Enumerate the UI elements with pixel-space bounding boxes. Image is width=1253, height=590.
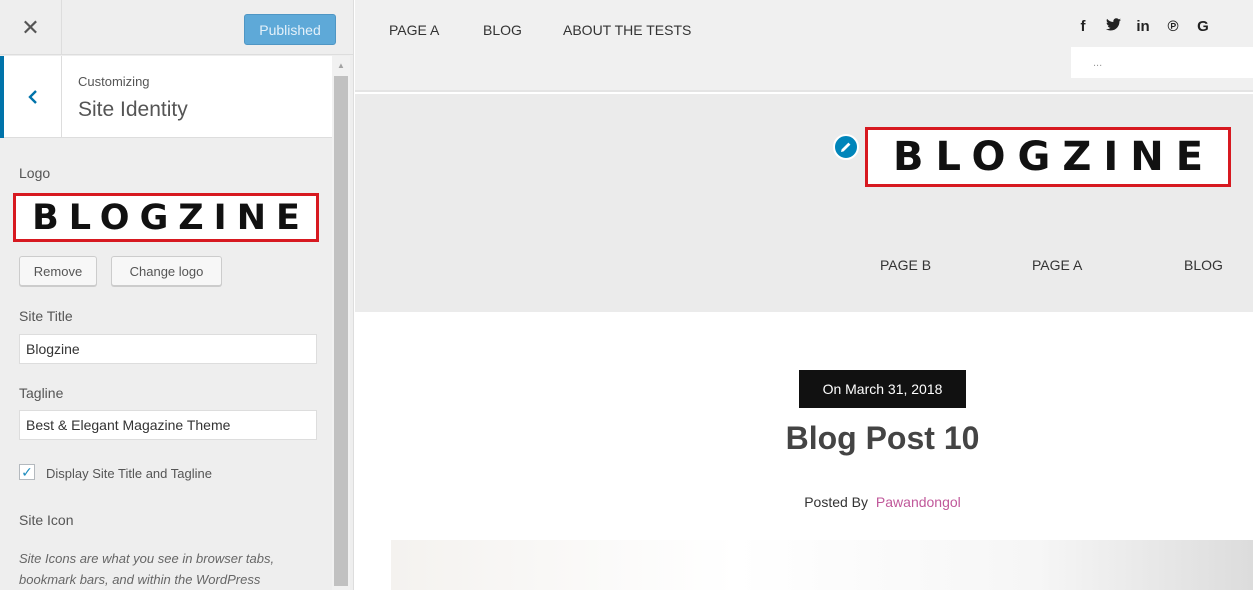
change-logo-button[interactable]: Change logo — [111, 256, 222, 286]
main-nav-page-b[interactable]: PAGE B — [880, 257, 931, 273]
tagline-input[interactable]: Best & Elegant Magazine Theme — [19, 410, 317, 440]
twitter-icon[interactable] — [1098, 18, 1128, 35]
customizer-header: ✕ Published — [0, 0, 353, 55]
top-nav-page-a[interactable]: PAGE A — [389, 22, 439, 38]
post-featured-image[interactable] — [391, 540, 1253, 590]
customizer-sidebar: ✕ Published Customizing Site Identity ▲ … — [0, 0, 354, 590]
facebook-icon[interactable]: f — [1068, 18, 1098, 35]
pencil-icon — [841, 142, 851, 152]
main-nav-blog[interactable]: BLOG — [1184, 257, 1223, 273]
post-byline: Posted By Pawandongol — [355, 494, 1253, 510]
post-date-badge: On March 31, 2018 — [799, 370, 966, 408]
checkmark-icon: ✓ — [21, 464, 33, 480]
close-customizer-button[interactable]: ✕ — [0, 0, 62, 55]
display-title-tagline-checkbox[interactable]: ✓ — [19, 464, 35, 480]
scrollbar-thumb[interactable] — [334, 76, 348, 586]
site-icon-description: Site Icons are what you see in browser t… — [19, 551, 275, 587]
logo-preview-image[interactable]: BLOGZINE — [13, 193, 319, 242]
post-title[interactable]: Blog Post 10 — [355, 420, 1253, 457]
pinterest-icon[interactable]: ℗ — [1158, 18, 1188, 35]
section-title: Site Identity — [78, 98, 188, 121]
publish-button[interactable]: Published — [244, 14, 336, 45]
search-input[interactable]: ... — [1071, 47, 1253, 78]
logo-text: BLOGZINE — [32, 197, 310, 238]
edit-shortcut-button[interactable] — [833, 134, 859, 160]
preview-top-bar: PAGE A BLOG ABOUT THE TESTS f in ℗ G ... — [355, 0, 1253, 92]
remove-logo-button[interactable]: Remove — [19, 256, 97, 286]
top-nav-about-the-tests[interactable]: ABOUT THE TESTS — [563, 22, 691, 38]
posted-by-label: Posted By — [804, 494, 869, 510]
main-nav-page-a[interactable]: PAGE A — [1032, 257, 1082, 273]
close-icon: ✕ — [21, 14, 40, 40]
linkedin-icon[interactable]: in — [1128, 18, 1158, 35]
scroll-up-arrow-icon[interactable]: ▲ — [332, 56, 350, 74]
site-logo-text: BLOGZINE — [892, 134, 1216, 180]
chevron-left-icon — [27, 90, 37, 104]
site-header: BLOGZINE PAGE B PAGE A BLOG — [355, 94, 1253, 312]
google-icon[interactable]: G — [1188, 18, 1218, 35]
site-icon-label: Site Icon — [19, 512, 74, 528]
author-link[interactable]: Pawandongol — [876, 494, 961, 510]
breadcrumb: Customizing — [78, 74, 150, 89]
section-header: Customizing Site Identity — [0, 56, 332, 138]
tagline-label: Tagline — [19, 385, 64, 401]
social-links: f in ℗ G — [1068, 18, 1218, 35]
top-nav-blog[interactable]: BLOG — [483, 22, 522, 38]
site-title-input[interactable]: Blogzine — [19, 334, 317, 364]
back-button[interactable] — [0, 56, 62, 138]
site-title-label: Site Title — [19, 308, 73, 324]
logo-label: Logo — [19, 165, 51, 181]
site-preview: PAGE A BLOG ABOUT THE TESTS f in ℗ G ...… — [355, 0, 1253, 590]
sidebar-scrollbar[interactable]: ▲ — [332, 56, 350, 590]
display-title-tagline-label[interactable]: Display Site Title and Tagline — [46, 466, 212, 481]
site-logo[interactable]: BLOGZINE — [865, 127, 1231, 187]
